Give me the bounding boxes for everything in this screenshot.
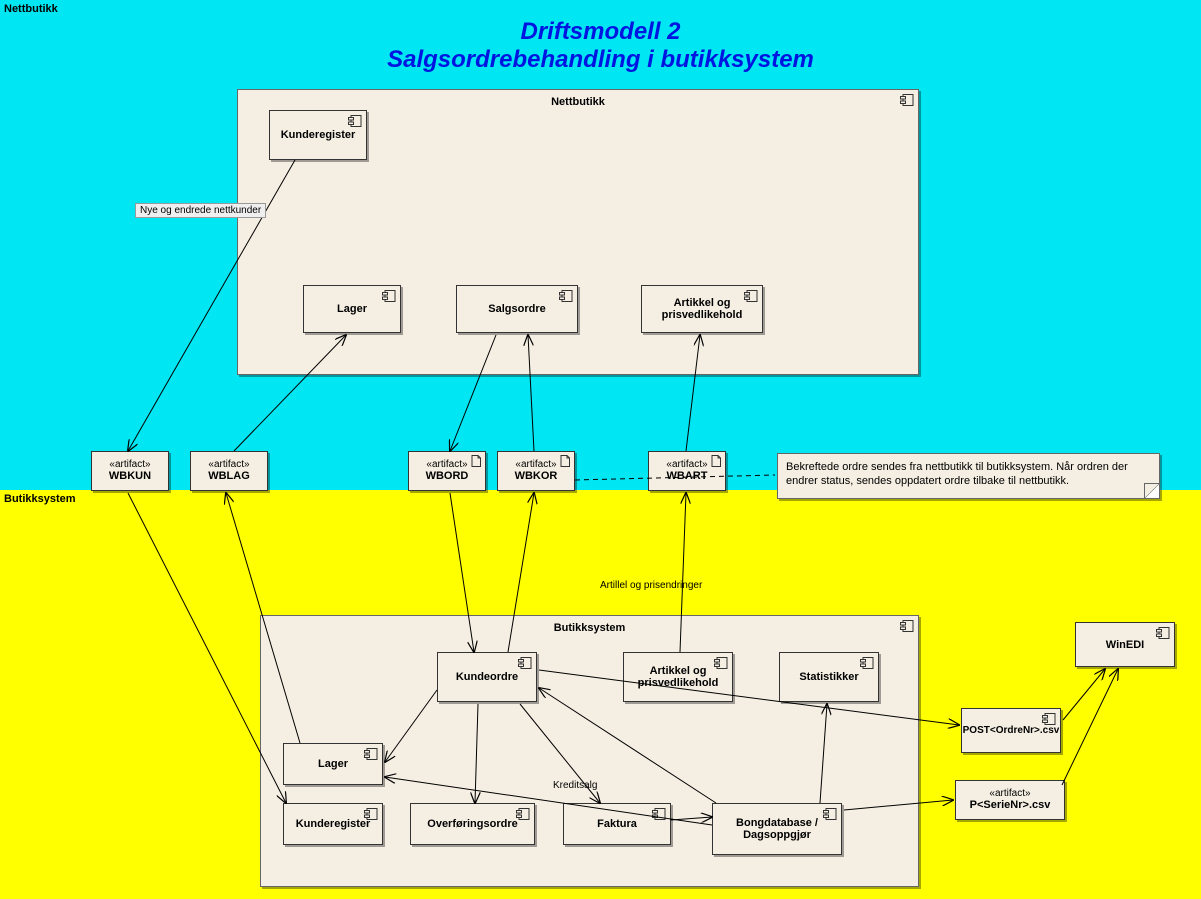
edge-label-artikkel-pris: Artillel og prisendringer: [600, 580, 702, 591]
component-label: Bongdatabase / Dagsoppgjør: [719, 817, 835, 841]
container-butikksystem-label: Butikksystem: [261, 622, 918, 634]
component-label: Kunderegister: [281, 129, 356, 141]
component-label: Kundeordre: [456, 671, 518, 683]
component-label: Overføringsordre: [427, 818, 517, 830]
component-icon: [348, 115, 362, 127]
title-line-1: Driftsmodell 2: [0, 18, 1201, 46]
component-icon: [900, 620, 914, 632]
component-icon: [900, 94, 914, 106]
component-icon: [559, 290, 573, 302]
component-label: Artikkel og prisvedlikehold: [648, 297, 756, 321]
component-nb-kunderegister: Kunderegister: [269, 110, 367, 160]
component-icon: [364, 748, 378, 760]
component-bs-kundeordre: Kundeordre: [437, 652, 537, 702]
artifact-name: P<SerieNr>.csv: [970, 799, 1051, 812]
swimlane-label-nettbutikk: Nettbutikk: [4, 3, 58, 15]
component-nb-artikkel: Artikkel og prisvedlikehold: [641, 285, 763, 333]
swimlane-label-butikksystem: Butikksystem: [4, 493, 76, 505]
component-nb-salgsordre: Salgsordre: [456, 285, 578, 333]
component-winedi: WinEDI: [1075, 622, 1175, 667]
component-bs-bong: Bongdatabase / Dagsoppgjør: [712, 803, 842, 855]
artifact-stereotype: «artifact»: [109, 459, 150, 471]
diagram-title: Driftsmodell 2 Salgsordrebehandling i bu…: [0, 18, 1201, 73]
component-icon: [516, 808, 530, 820]
artifact-wbkor: «artifact» WBKOR: [497, 451, 575, 491]
component-bs-overforing: Overføringsordre: [410, 803, 535, 845]
component-bs-artikkel: Artikkel og prisvedlikehold: [623, 652, 733, 702]
diagram-canvas: Nettbutikk Butikksystem Driftsmodell 2 S…: [0, 0, 1201, 899]
component-bs-kunderegister: Kunderegister: [283, 803, 383, 845]
artifact-stereotype: «artifact»: [515, 459, 556, 471]
title-line-2: Salgsordrebehandling i butikksystem: [0, 46, 1201, 74]
artifact-name: WBART: [667, 470, 708, 483]
edge-label-nye-kunder: Nye og endrede nettkunder: [135, 203, 266, 218]
artifact-wbord: «artifact» WBORD: [408, 451, 486, 491]
file-icon: [560, 455, 570, 467]
note-fold-icon: [1144, 483, 1159, 498]
artifact-stereotype: «artifact»: [426, 459, 467, 471]
container-nettbutikk-label: Nettbutikk: [238, 96, 918, 108]
file-icon: [711, 455, 721, 467]
component-label: Faktura: [597, 818, 637, 830]
component-bs-statistikker: Statistikker: [779, 652, 879, 702]
file-icon: [471, 455, 481, 467]
component-icon: [382, 290, 396, 302]
component-icon: [364, 808, 378, 820]
note-text: Bekreftede ordre sendes fra nettbutikk t…: [786, 461, 1128, 487]
component-postordre: POST<OrdreNr>.csv: [961, 708, 1061, 753]
component-icon: [652, 808, 666, 820]
component-label: Salgsordre: [488, 303, 545, 315]
artifact-stereotype: «artifact»: [208, 459, 249, 471]
component-label: Lager: [318, 758, 348, 770]
edge-label-kreditsalg: Kreditsalg: [553, 780, 597, 791]
component-icon: [744, 290, 758, 302]
note-order-flow: Bekreftede ordre sendes fra nettbutikk t…: [777, 453, 1160, 499]
component-icon: [860, 657, 874, 669]
artifact-name: WBKUN: [109, 470, 151, 483]
component-label: Statistikker: [799, 671, 858, 683]
artifact-pserie: «artifact» P<SerieNr>.csv: [955, 780, 1065, 820]
artifact-name: WBLAG: [208, 470, 250, 483]
component-nb-lager: Lager: [303, 285, 401, 333]
artifact-wbart: «artifact» WBART: [648, 451, 726, 491]
component-label: Lager: [337, 303, 367, 315]
component-bs-faktura: Faktura: [563, 803, 671, 845]
component-label: WinEDI: [1106, 639, 1144, 651]
artifact-wblag: «artifact» WBLAG: [190, 451, 268, 491]
component-label: POST<OrdreNr>.csv: [963, 725, 1060, 736]
component-icon: [1156, 627, 1170, 639]
component-label: Artikkel og prisvedlikehold: [630, 665, 726, 689]
artifact-stereotype: «artifact»: [989, 788, 1030, 800]
artifact-wbkun: «artifact» WBKUN: [91, 451, 169, 491]
component-label: Kunderegister: [296, 818, 371, 830]
component-icon: [714, 657, 728, 669]
artifact-stereotype: «artifact»: [666, 459, 707, 471]
artifact-name: WBORD: [426, 470, 469, 483]
component-icon: [1042, 713, 1056, 725]
artifact-name: WBKOR: [515, 470, 558, 483]
component-icon: [518, 657, 532, 669]
component-bs-lager: Lager: [283, 743, 383, 785]
component-icon: [823, 808, 837, 820]
